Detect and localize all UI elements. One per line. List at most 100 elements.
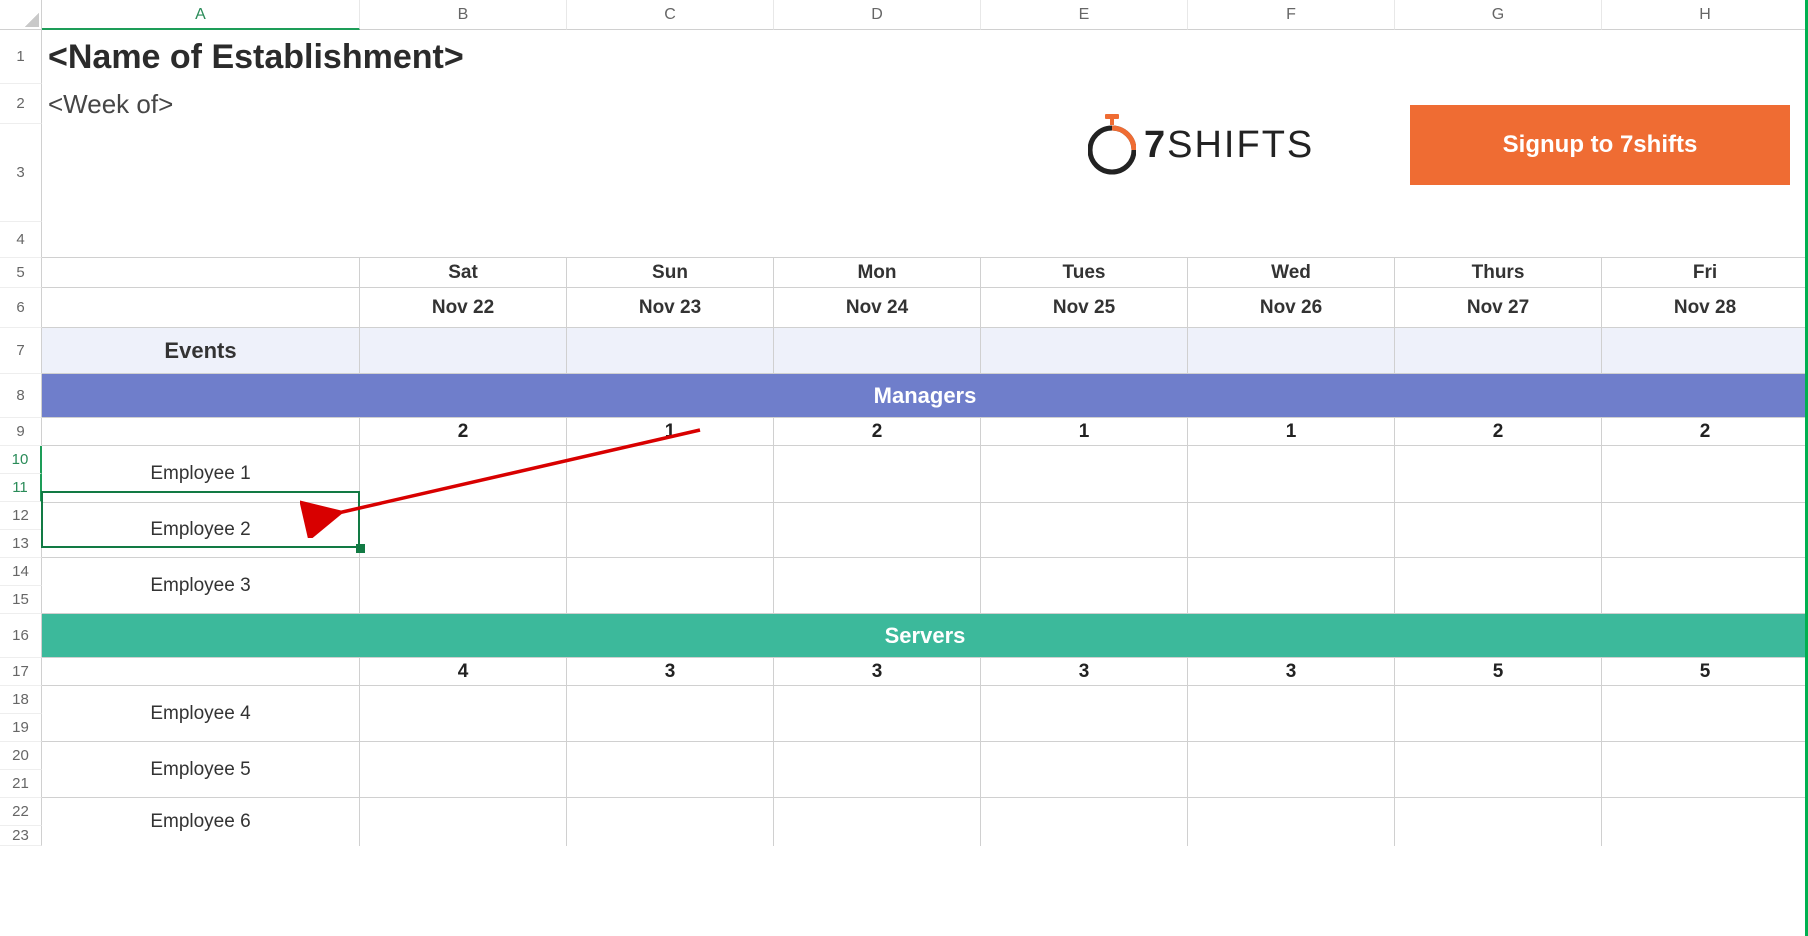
emp3-tue[interactable]	[981, 558, 1188, 614]
mgr-count-sat[interactable]: 2	[360, 418, 567, 446]
emp2-fri[interactable]	[1602, 502, 1808, 558]
rowhead-9[interactable]: 9	[0, 418, 42, 446]
srv-count-sat[interactable]: 4	[360, 658, 567, 686]
dayhdr-thu[interactable]: Thurs	[1395, 258, 1602, 288]
rowhead-19[interactable]: 19	[0, 714, 42, 742]
employee-6[interactable]: Employee 6	[42, 798, 360, 846]
events-sun[interactable]	[567, 328, 774, 374]
events-sat[interactable]	[360, 328, 567, 374]
dayhdr-sat[interactable]: Sat	[360, 258, 567, 288]
dayhdr-tue[interactable]: Tues	[981, 258, 1188, 288]
emp3-mon[interactable]	[774, 558, 981, 614]
rowhead-15[interactable]: 15	[0, 586, 42, 614]
srv-count-mon[interactable]: 3	[774, 658, 981, 686]
emp2-wed[interactable]	[1188, 502, 1395, 558]
mgr-count-mon[interactable]: 2	[774, 418, 981, 446]
emp6-sat[interactable]	[360, 798, 567, 846]
dayhdr-fri[interactable]: Fri	[1602, 258, 1808, 288]
rowhead-16[interactable]: 16	[0, 614, 42, 658]
signup-button[interactable]: Signup to 7shifts	[1410, 105, 1790, 185]
employee-3[interactable]: Employee 3	[42, 558, 360, 614]
emp2-mon[interactable]	[774, 502, 981, 558]
srv-count-thu[interactable]: 5	[1395, 658, 1602, 686]
mgr-count-fri[interactable]: 2	[1602, 418, 1808, 446]
colhead-E[interactable]: E	[981, 0, 1188, 30]
emp2-tue[interactable]	[981, 502, 1188, 558]
emp6-sun[interactable]	[567, 798, 774, 846]
rowhead-23[interactable]: 23	[0, 826, 42, 846]
emp5-wed[interactable]	[1188, 742, 1395, 798]
emp1-sat[interactable]	[360, 446, 567, 502]
datehdr-4[interactable]: Nov 26	[1188, 288, 1395, 328]
rowhead-10[interactable]: 10	[0, 446, 42, 474]
datehdr-3[interactable]: Nov 25	[981, 288, 1188, 328]
emp6-thu[interactable]	[1395, 798, 1602, 846]
srv-count-A[interactable]	[42, 658, 360, 686]
srv-count-sun[interactable]: 3	[567, 658, 774, 686]
rowhead-22[interactable]: 22	[0, 798, 42, 826]
emp2-sat[interactable]	[360, 502, 567, 558]
select-all-corner[interactable]	[0, 0, 42, 30]
emp4-thu[interactable]	[1395, 686, 1602, 742]
colhead-C[interactable]: C	[567, 0, 774, 30]
srv-count-fri[interactable]: 5	[1602, 658, 1808, 686]
emp5-sat[interactable]	[360, 742, 567, 798]
emp6-tue[interactable]	[981, 798, 1188, 846]
datehdr-5[interactable]: Nov 27	[1395, 288, 1602, 328]
events-wed[interactable]	[1188, 328, 1395, 374]
emp5-mon[interactable]	[774, 742, 981, 798]
emp2-thu[interactable]	[1395, 502, 1602, 558]
rowhead-4[interactable]: 4	[0, 222, 42, 258]
dayhdr-mon[interactable]: Mon	[774, 258, 981, 288]
mgr-count-wed[interactable]: 1	[1188, 418, 1395, 446]
row4-blank[interactable]	[42, 222, 1808, 258]
emp5-thu[interactable]	[1395, 742, 1602, 798]
colhead-F[interactable]: F	[1188, 0, 1395, 30]
emp4-fri[interactable]	[1602, 686, 1808, 742]
emp5-sun[interactable]	[567, 742, 774, 798]
managers-banner[interactable]: Managers	[42, 374, 1808, 418]
emp3-wed[interactable]	[1188, 558, 1395, 614]
emp4-tue[interactable]	[981, 686, 1188, 742]
emp3-sun[interactable]	[567, 558, 774, 614]
colhead-D[interactable]: D	[774, 0, 981, 30]
events-label[interactable]: Events	[42, 328, 360, 374]
employee-5[interactable]: Employee 5	[42, 742, 360, 798]
events-tue[interactable]	[981, 328, 1188, 374]
events-fri[interactable]	[1602, 328, 1808, 374]
datehdr-0[interactable]: Nov 22	[360, 288, 567, 328]
colhead-A[interactable]: A	[42, 0, 360, 30]
selection-handle[interactable]	[356, 544, 365, 553]
emp4-sun[interactable]	[567, 686, 774, 742]
emp6-wed[interactable]	[1188, 798, 1395, 846]
events-thu[interactable]	[1395, 328, 1602, 374]
srv-count-wed[interactable]: 3	[1188, 658, 1395, 686]
emp5-fri[interactable]	[1602, 742, 1808, 798]
emp1-sun[interactable]	[567, 446, 774, 502]
colhead-G[interactable]: G	[1395, 0, 1602, 30]
rowhead-3[interactable]: 3	[0, 124, 42, 222]
employee-2[interactable]: Employee 2	[42, 502, 360, 558]
emp4-wed[interactable]	[1188, 686, 1395, 742]
rowhead-18[interactable]: 18	[0, 686, 42, 714]
dayhdr-sun[interactable]: Sun	[567, 258, 774, 288]
dayhdr-wed[interactable]: Wed	[1188, 258, 1395, 288]
emp2-sun[interactable]	[567, 502, 774, 558]
emp3-fri[interactable]	[1602, 558, 1808, 614]
emp1-tue[interactable]	[981, 446, 1188, 502]
rowhead-21[interactable]: 21	[0, 770, 42, 798]
mgr-count-thu[interactable]: 2	[1395, 418, 1602, 446]
datehdr-1[interactable]: Nov 23	[567, 288, 774, 328]
rowhead-11[interactable]: 11	[0, 474, 42, 502]
datehdr-6[interactable]: Nov 28	[1602, 288, 1808, 328]
emp1-thu[interactable]	[1395, 446, 1602, 502]
emp6-fri[interactable]	[1602, 798, 1808, 846]
emp1-wed[interactable]	[1188, 446, 1395, 502]
datehdr-2[interactable]: Nov 24	[774, 288, 981, 328]
rowhead-12[interactable]: 12	[0, 502, 42, 530]
rowhead-17[interactable]: 17	[0, 658, 42, 686]
events-mon[interactable]	[774, 328, 981, 374]
row5-A[interactable]	[42, 258, 360, 288]
emp4-mon[interactable]	[774, 686, 981, 742]
emp1-fri[interactable]	[1602, 446, 1808, 502]
